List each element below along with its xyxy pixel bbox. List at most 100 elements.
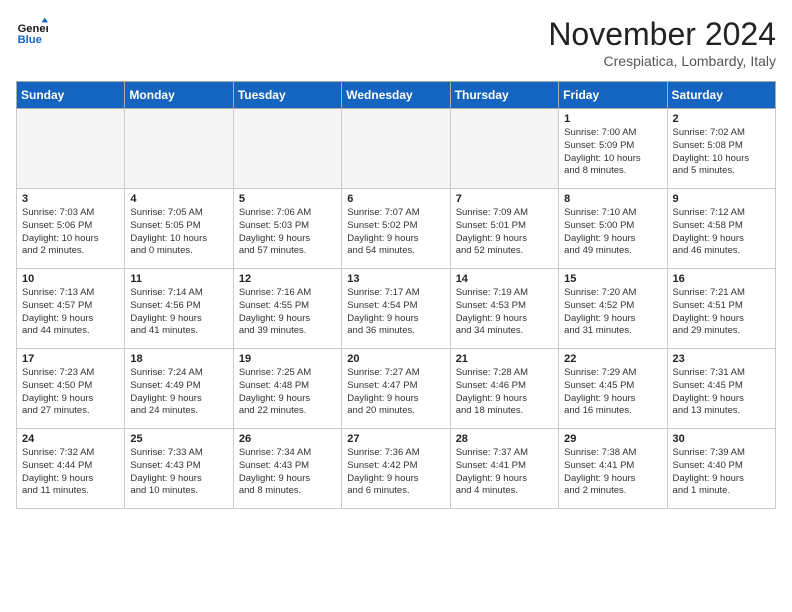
day-number: 24 [22,433,119,445]
calendar-cell: 27Sunrise: 7:36 AM Sunset: 4:42 PM Dayli… [342,429,450,509]
calendar-cell: 29Sunrise: 7:38 AM Sunset: 4:41 PM Dayli… [559,429,667,509]
day-number: 11 [130,273,227,285]
calendar-cell: 21Sunrise: 7:28 AM Sunset: 4:46 PM Dayli… [450,349,558,429]
calendar-week-row: 1 Sunrise: 7:00 AM Sunset: 5:09 PM Daylig… [17,109,776,189]
day-number: 9 [673,193,770,205]
day-info: Sunrise: 7:21 AM Sunset: 4:51 PM Dayligh… [673,287,770,338]
day-number: 23 [673,353,770,365]
day-info: Sunrise: 7:03 AM Sunset: 5:06 PM Dayligh… [22,207,119,258]
logo: General Blue [16,16,48,48]
calendar-cell: 12 Sunrise: 7:16 AM Sunset: 4:55 PM Dayli… [233,269,341,349]
day-info: Sunrise: 7:16 AM Sunset: 4:55 PM Dayligh… [239,287,336,338]
day-number: 2 [673,113,770,125]
calendar-cell: 6 Sunrise: 7:07 AM Sunset: 5:02 PM Daylig… [342,189,450,269]
weekday-header: Wednesday [342,82,450,109]
day-info: Sunrise: 7:14 AM Sunset: 4:56 PM Dayligh… [130,287,227,338]
day-number: 17 [22,353,119,365]
calendar-cell: 3Sunrise: 7:03 AM Sunset: 5:06 PM Daylig… [17,189,125,269]
page-header: General Blue November 2024 Crespiatica, … [16,16,776,69]
day-number: 13 [347,273,444,285]
calendar-cell: 5 Sunrise: 7:06 AM Sunset: 5:03 PM Daylig… [233,189,341,269]
svg-text:Blue: Blue [18,34,42,46]
day-info: Sunrise: 7:24 AM Sunset: 4:49 PM Dayligh… [130,367,227,418]
calendar-cell: 20Sunrise: 7:27 AM Sunset: 4:47 PM Dayli… [342,349,450,429]
day-info: Sunrise: 7:07 AM Sunset: 5:02 PM Dayligh… [347,207,444,258]
day-number: 1 [564,113,661,125]
calendar-cell [17,109,125,189]
day-number: 10 [22,273,119,285]
day-info: Sunrise: 7:31 AM Sunset: 4:45 PM Dayligh… [673,367,770,418]
day-info: Sunrise: 7:00 AM Sunset: 5:09 PM Dayligh… [564,127,661,178]
calendar-cell: 7 Sunrise: 7:09 AM Sunset: 5:01 PM Daylig… [450,189,558,269]
day-number: 18 [130,353,227,365]
day-number: 25 [130,433,227,445]
calendar-cell: 28 Sunrise: 7:37 AM Sunset: 4:41 PM Dayli… [450,429,558,509]
calendar-cell: 19 Sunrise: 7:25 AM Sunset: 4:48 PM Dayli… [233,349,341,429]
location: Crespiatica, Lombardy, Italy [548,53,776,69]
calendar-cell: 10 Sunrise: 7:13 AM Sunset: 4:57 PM Dayli… [17,269,125,349]
day-info: Sunrise: 7:29 AM Sunset: 4:45 PM Dayligh… [564,367,661,418]
day-number: 7 [456,193,553,205]
day-info: Sunrise: 7:09 AM Sunset: 5:01 PM Dayligh… [456,207,553,258]
calendar-cell: 25 Sunrise: 7:33 AM Sunset: 4:43 PM Dayli… [125,429,233,509]
day-number: 22 [564,353,661,365]
day-number: 21 [456,353,553,365]
calendar-cell: 30Sunrise: 7:39 AM Sunset: 4:40 PM Dayli… [667,429,775,509]
calendar-week-row: 24 Sunrise: 7:32 AM Sunset: 4:44 PM Dayli… [17,429,776,509]
day-number: 4 [130,193,227,205]
calendar-cell: 24 Sunrise: 7:32 AM Sunset: 4:44 PM Dayli… [17,429,125,509]
day-info: Sunrise: 7:25 AM Sunset: 4:48 PM Dayligh… [239,367,336,418]
calendar-cell: 11 Sunrise: 7:14 AM Sunset: 4:56 PM Dayli… [125,269,233,349]
calendar-cell: 14 Sunrise: 7:19 AM Sunset: 4:53 PM Dayli… [450,269,558,349]
day-info: Sunrise: 7:05 AM Sunset: 5:05 PM Dayligh… [130,207,227,258]
svg-text:General: General [18,23,48,35]
month-title: November 2024 [548,16,776,53]
calendar-cell: 18 Sunrise: 7:24 AM Sunset: 4:49 PM Dayli… [125,349,233,429]
weekday-header: Sunday [17,82,125,109]
day-info: Sunrise: 7:10 AM Sunset: 5:00 PM Dayligh… [564,207,661,258]
calendar-cell [125,109,233,189]
weekday-header: Friday [559,82,667,109]
day-number: 15 [564,273,661,285]
day-number: 26 [239,433,336,445]
day-info: Sunrise: 7:12 AM Sunset: 4:58 PM Dayligh… [673,207,770,258]
day-info: Sunrise: 7:33 AM Sunset: 4:43 PM Dayligh… [130,447,227,498]
day-info: Sunrise: 7:39 AM Sunset: 4:40 PM Dayligh… [673,447,770,498]
day-number: 20 [347,353,444,365]
day-number: 27 [347,433,444,445]
day-number: 12 [239,273,336,285]
calendar-cell: 17Sunrise: 7:23 AM Sunset: 4:50 PM Dayli… [17,349,125,429]
day-number: 16 [673,273,770,285]
day-number: 28 [456,433,553,445]
day-number: 8 [564,193,661,205]
calendar-cell: 4 Sunrise: 7:05 AM Sunset: 5:05 PM Daylig… [125,189,233,269]
logo-icon: General Blue [16,16,48,48]
title-area: November 2024 Crespiatica, Lombardy, Ita… [548,16,776,69]
day-number: 6 [347,193,444,205]
day-info: Sunrise: 7:06 AM Sunset: 5:03 PM Dayligh… [239,207,336,258]
day-number: 14 [456,273,553,285]
day-number: 19 [239,353,336,365]
calendar-cell [233,109,341,189]
day-info: Sunrise: 7:13 AM Sunset: 4:57 PM Dayligh… [22,287,119,338]
weekday-header: Monday [125,82,233,109]
weekday-header: Thursday [450,82,558,109]
day-info: Sunrise: 7:38 AM Sunset: 4:41 PM Dayligh… [564,447,661,498]
calendar-cell: 23 Sunrise: 7:31 AM Sunset: 4:45 PM Dayli… [667,349,775,429]
calendar-cell [450,109,558,189]
calendar-cell: 2Sunrise: 7:02 AM Sunset: 5:08 PM Daylig… [667,109,775,189]
weekday-header: Tuesday [233,82,341,109]
calendar-cell: 9 Sunrise: 7:12 AM Sunset: 4:58 PM Daylig… [667,189,775,269]
calendar-week-row: 17Sunrise: 7:23 AM Sunset: 4:50 PM Dayli… [17,349,776,429]
weekday-header-row: SundayMondayTuesdayWednesdayThursdayFrid… [17,82,776,109]
calendar-cell [342,109,450,189]
calendar-cell: 1 Sunrise: 7:00 AM Sunset: 5:09 PM Daylig… [559,109,667,189]
calendar-cell: 13 Sunrise: 7:17 AM Sunset: 4:54 PM Dayli… [342,269,450,349]
calendar-week-row: 10 Sunrise: 7:13 AM Sunset: 4:57 PM Dayli… [17,269,776,349]
day-info: Sunrise: 7:17 AM Sunset: 4:54 PM Dayligh… [347,287,444,338]
day-number: 5 [239,193,336,205]
day-info: Sunrise: 7:19 AM Sunset: 4:53 PM Dayligh… [456,287,553,338]
calendar-cell: 8 Sunrise: 7:10 AM Sunset: 5:00 PM Daylig… [559,189,667,269]
day-info: Sunrise: 7:37 AM Sunset: 4:41 PM Dayligh… [456,447,553,498]
day-info: Sunrise: 7:32 AM Sunset: 4:44 PM Dayligh… [22,447,119,498]
